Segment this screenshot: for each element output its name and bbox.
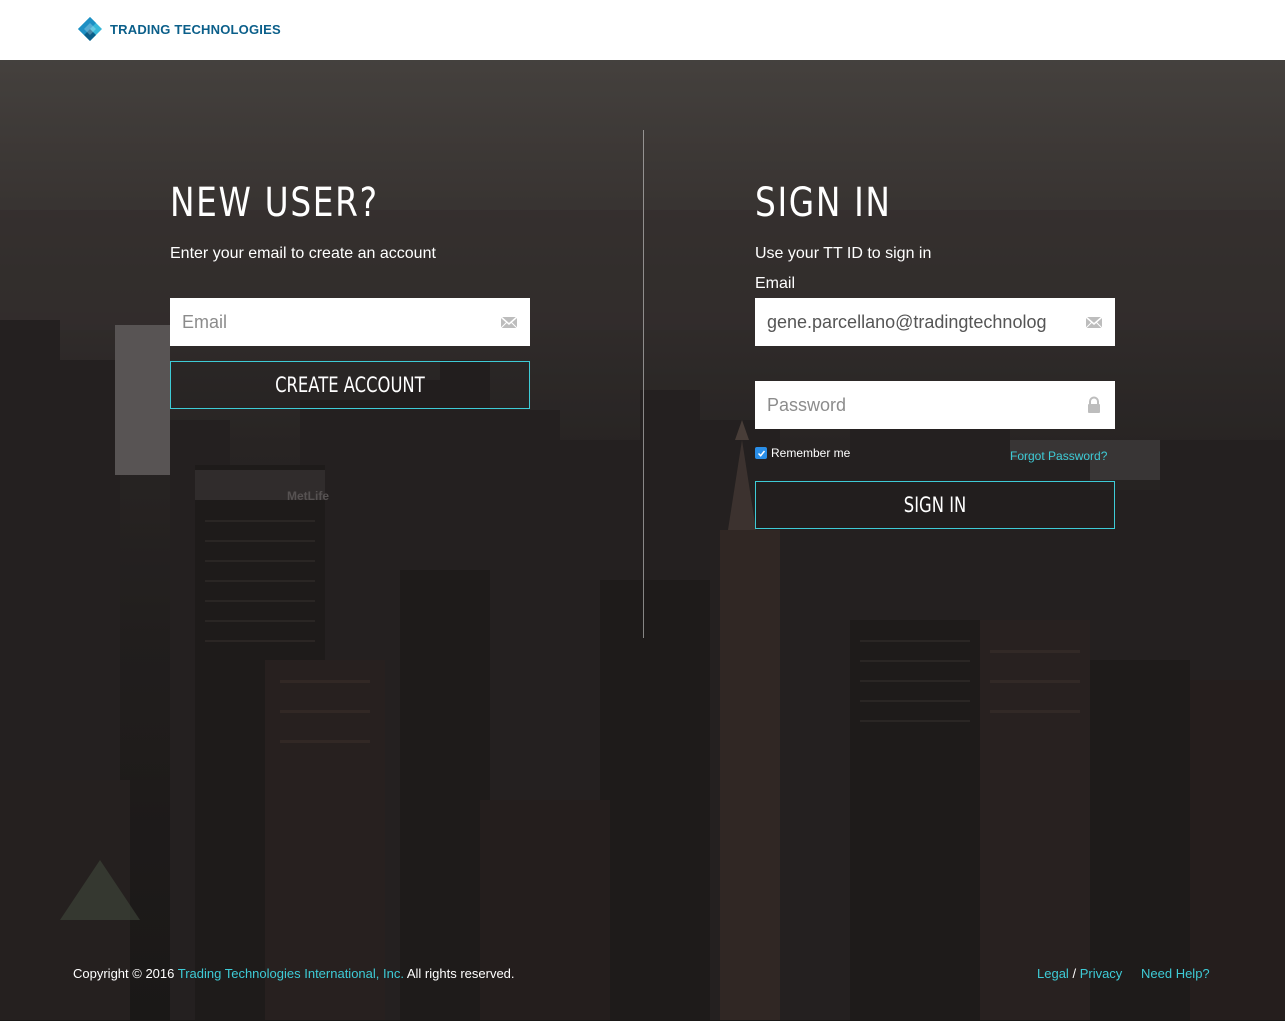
envelope-icon: [1085, 316, 1103, 329]
sign-in-email-label: Email: [755, 275, 796, 292]
sign-in-subtitle: Use your TT ID to sign in: [755, 245, 932, 262]
need-help-link[interactable]: Need Help?: [1141, 966, 1210, 981]
envelope-icon: [500, 316, 518, 329]
company-link[interactable]: Trading Technologies International, Inc.: [178, 966, 404, 981]
sign-in-password-input[interactable]: [755, 381, 1065, 429]
sign-in-email-input[interactable]: [755, 298, 1065, 346]
sign-in-button[interactable]: SIGN IN: [755, 481, 1115, 529]
forgot-password-link[interactable]: Forgot Password?: [1010, 449, 1107, 463]
new-user-subtitle: Enter your email to create an account: [170, 245, 436, 262]
top-header: TRADING TECHNOLOGIES: [0, 0, 1285, 60]
copyright-prefix: Copyright © 2016: [73, 966, 175, 981]
section-divider: [643, 130, 644, 638]
checkmark-icon: [757, 450, 765, 457]
new-user-title: NEW USER?: [170, 180, 379, 226]
lock-icon: [1088, 396, 1100, 413]
remember-me-label: Remember me: [771, 446, 851, 460]
sign-in-button-label: SIGN IN: [903, 493, 967, 517]
copyright-rights: All rights reserved.: [406, 966, 515, 981]
trading-technologies-logo-icon: [78, 17, 102, 41]
legal-link[interactable]: Legal: [1037, 966, 1069, 981]
new-user-email-input[interactable]: [170, 298, 480, 346]
login-page: TRADING TECHNOLOGIES MetLife NEW USER? E…: [0, 0, 1285, 1021]
create-account-label: CREATE ACCOUNT: [275, 373, 425, 397]
new-user-email-field[interactable]: [170, 298, 530, 346]
logo[interactable]: TRADING TECHNOLOGIES: [76, 15, 281, 43]
privacy-link[interactable]: Privacy: [1080, 966, 1123, 981]
remember-me-checkbox[interactable]: [755, 447, 767, 459]
sign-in-email-field[interactable]: [755, 298, 1115, 346]
link-separator: /: [1072, 966, 1077, 981]
sign-in-title: SIGN IN: [755, 180, 892, 226]
logo-text: TRADING TECHNOLOGIES: [110, 21, 281, 37]
remember-me[interactable]: Remember me: [755, 446, 850, 460]
create-account-button[interactable]: CREATE ACCOUNT: [170, 361, 530, 409]
sign-in-password-field[interactable]: [755, 381, 1115, 429]
footer-legal-links: Legal / Privacy: [1037, 966, 1122, 981]
footer-copyright: Copyright © 2016 Trading Technologies In…: [73, 966, 515, 981]
